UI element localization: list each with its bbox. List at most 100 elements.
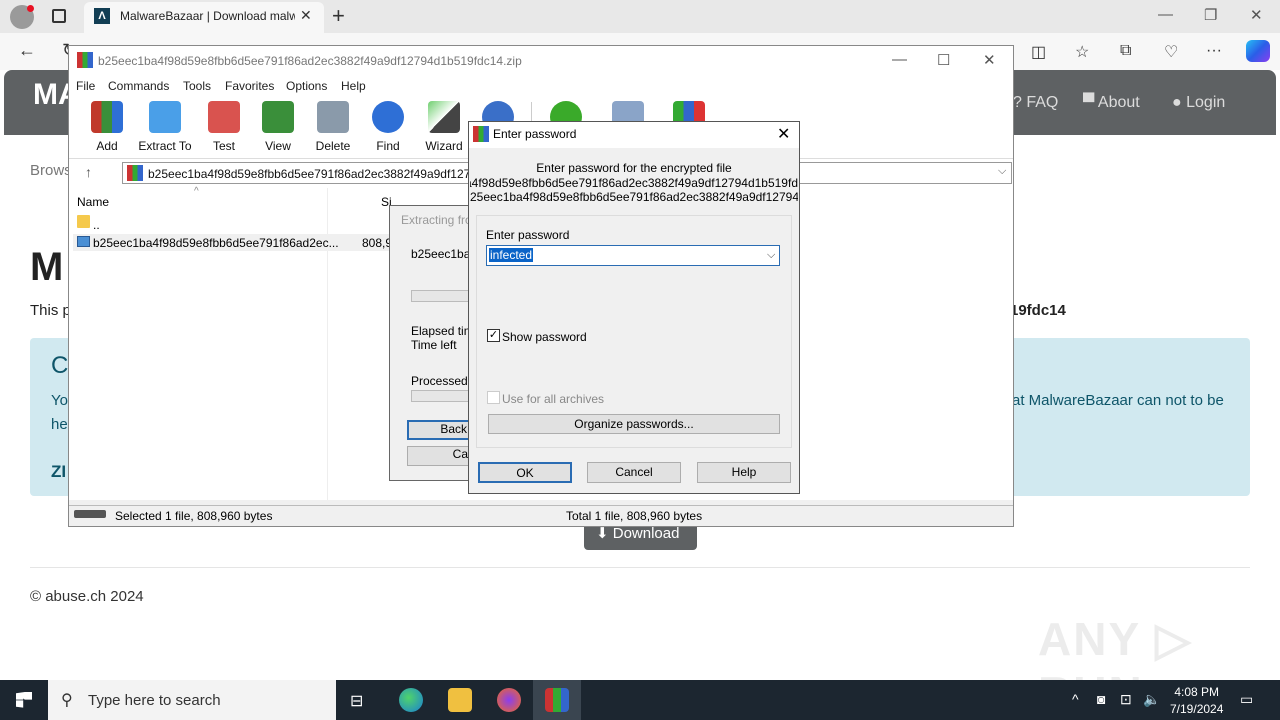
show-password-label[interactable]: Show password: [502, 330, 587, 344]
tab-actions-icon[interactable]: [52, 9, 66, 23]
password-info: Enter password for the encrypted file: [536, 161, 732, 175]
menu-tools[interactable]: Tools: [183, 79, 211, 93]
extract-to-button[interactable]: Extract To: [137, 101, 193, 153]
back-button[interactable]: ←: [18, 40, 36, 61]
winrar-close-button[interactable]: ✕: [983, 51, 996, 69]
show-hidden-icons-icon[interactable]: ^: [1072, 691, 1079, 707]
ok-button[interactable]: OK: [478, 462, 572, 483]
delete-icon: [317, 101, 349, 133]
new-tab-button[interactable]: +: [332, 3, 345, 29]
sha256-hash-tail: 19fdc14: [1010, 302, 1066, 319]
extract-to-icon: [149, 101, 181, 133]
find-icon: [372, 101, 404, 133]
browser-essentials-icon[interactable]: ♡: [1164, 42, 1178, 62]
file-explorer-icon[interactable]: [448, 688, 472, 712]
faq-icon: ?: [1013, 94, 1022, 111]
file-icon: [77, 236, 90, 247]
view-icon: [262, 101, 294, 133]
notifications-icon[interactable]: ▭: [1240, 691, 1253, 708]
tab-title: MalwareBazaar | Download malw: [120, 9, 295, 23]
taskbar-clock[interactable]: 4:08 PM 7/19/2024: [1170, 684, 1223, 718]
page-intro: This p: [30, 302, 71, 319]
chevron-down-icon[interactable]: ⌵: [998, 165, 1006, 178]
password-dialog-close-button[interactable]: ✕: [777, 124, 790, 144]
favorites-icon[interactable]: ☆: [1075, 42, 1089, 62]
add-button[interactable]: Add: [79, 101, 135, 153]
time-left-label: Time left: [411, 338, 457, 352]
copilot-icon[interactable]: [1246, 40, 1270, 62]
show-password-checkbox[interactable]: ✓: [487, 329, 500, 342]
folder-icon: [77, 215, 90, 228]
edge-icon[interactable]: [399, 688, 423, 712]
menu-commands[interactable]: Commands: [108, 79, 169, 93]
encrypted-file-line1: ec1ba4f98d59e8fbb6d5ee791f86ad2ec3882f49…: [470, 176, 798, 190]
meet-now-icon[interactable]: ◙: [1097, 691, 1105, 707]
winrar-title: b25eec1ba4f98d59e8fbb6d5ee791f86ad2ec388…: [98, 54, 522, 68]
test-button[interactable]: Test: [196, 101, 252, 153]
help-button[interactable]: Help: [697, 462, 791, 483]
cancel-button[interactable]: Cancel: [587, 462, 681, 483]
notification-dot: [27, 5, 34, 12]
winrar-minimize-button[interactable]: —: [892, 51, 907, 68]
winrar-icon: [473, 126, 489, 142]
password-label: Enter password: [486, 228, 570, 242]
alert-text-line1-tail: at MalwareBazaar can not to be: [1012, 392, 1224, 409]
menu-favorites[interactable]: Favorites: [225, 79, 274, 93]
winrar-maximize-button[interactable]: ☐: [937, 51, 950, 69]
browser-close-button[interactable]: ✕: [1250, 6, 1263, 24]
tab-close-icon[interactable]: ✕: [300, 7, 312, 24]
footer-copyright: © abuse.ch 2024: [30, 588, 144, 605]
drive-icon: [74, 510, 106, 518]
about-icon: ▀: [1083, 94, 1095, 111]
wizard-icon: [428, 101, 460, 133]
background-button[interactable]: Back: [407, 420, 471, 440]
list-item-parent[interactable]: ..: [93, 218, 100, 232]
sort-ascending-icon: ^: [194, 186, 199, 197]
menu-help[interactable]: Help: [341, 79, 366, 93]
delete-button[interactable]: Delete: [305, 101, 361, 153]
total-progress-bar: [411, 390, 471, 402]
up-folder-button[interactable]: ↑: [85, 164, 92, 180]
file-progress-bar: [411, 290, 471, 302]
menu-options[interactable]: Options: [286, 79, 327, 93]
firefox-icon[interactable]: [497, 688, 521, 712]
archive-icon: [127, 165, 143, 181]
find-button[interactable]: Find: [360, 101, 416, 153]
page-title: M: [30, 245, 64, 289]
split-screen-icon[interactable]: ◫: [1031, 42, 1046, 62]
nav-login[interactable]: ● Login: [1172, 94, 1225, 112]
chevron-down-icon[interactable]: ⌵: [767, 249, 775, 262]
alert-zip-label: ZI: [51, 462, 67, 481]
network-icon[interactable]: ⊡: [1120, 691, 1132, 708]
path-text: b25eec1ba4f98d59e8fbb6d5ee791f86ad2ec388…: [148, 167, 484, 181]
view-button[interactable]: View: [250, 101, 306, 153]
search-placeholder: Type here to search: [88, 692, 221, 709]
browser-restore-button[interactable]: ❐: [1204, 6, 1217, 24]
status-selected: Selected 1 file, 808,960 bytes: [115, 509, 273, 523]
column-header-name[interactable]: Name: [77, 195, 109, 209]
volume-icon[interactable]: 🔈: [1143, 691, 1160, 708]
winrar-app-icon: [77, 52, 93, 68]
task-view-icon[interactable]: ⊟: [350, 691, 363, 711]
password-dialog-title: Enter password: [493, 127, 577, 141]
menu-file[interactable]: File: [76, 79, 95, 93]
footer-divider: [30, 567, 1250, 568]
nav-faq[interactable]: ? FAQ: [1013, 94, 1058, 112]
user-icon: ●: [1172, 94, 1182, 111]
wizard-button[interactable]: Wizard: [416, 101, 472, 153]
use-for-all-label[interactable]: Use for all archives: [502, 392, 604, 406]
download-icon: ⬇: [596, 525, 609, 542]
collections-icon[interactable]: ⧉: [1120, 42, 1131, 60]
file-name: b25eec1ba4f98d59e8fbb6d5ee791f86ad2ec...: [93, 236, 339, 250]
breadcrumb[interactable]: Brows: [30, 162, 72, 179]
use-for-all-checkbox[interactable]: [487, 391, 500, 404]
password-value: infected: [489, 248, 534, 262]
browser-minimize-button[interactable]: —: [1158, 6, 1173, 23]
file-size: 808,9: [362, 236, 393, 250]
extracting-title: Extracting fro: [401, 213, 472, 227]
nav-about[interactable]: ▀ About: [1083, 94, 1140, 112]
extract-cancel-button[interactable]: Ca: [407, 446, 471, 466]
more-options-icon[interactable]: ···: [1206, 42, 1222, 60]
organize-passwords-button[interactable]: Organize passwords...: [488, 414, 780, 434]
processed-label: Processed: [411, 374, 468, 388]
